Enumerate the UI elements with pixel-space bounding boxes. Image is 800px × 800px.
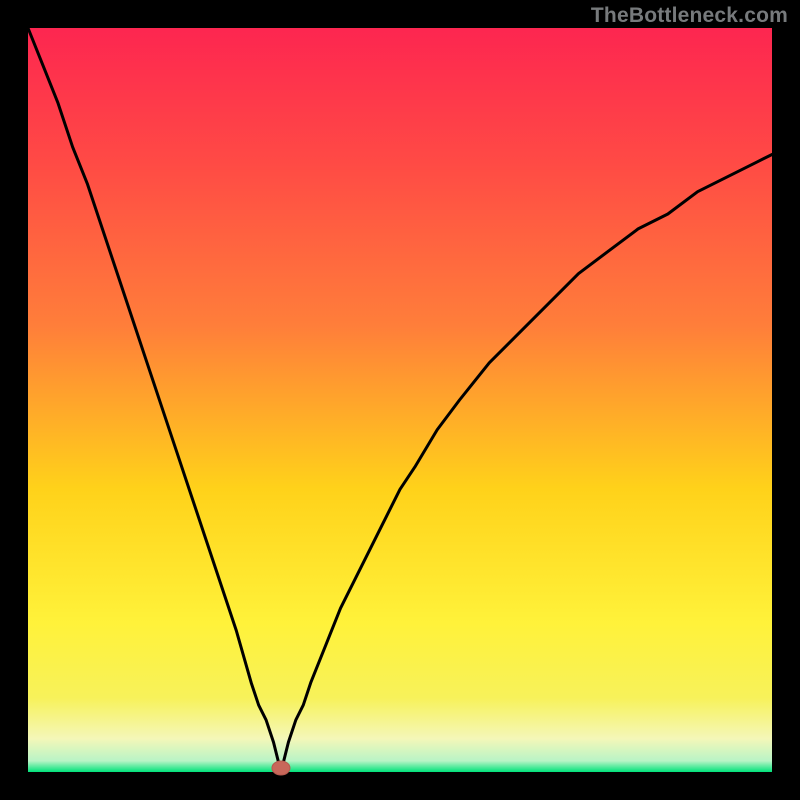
chart-canvas xyxy=(0,0,800,800)
watermark-label: TheBottleneck.com xyxy=(591,4,788,28)
plot-background xyxy=(28,28,772,772)
optimal-point-marker xyxy=(272,761,290,775)
bottleneck-chart: TheBottleneck.com xyxy=(0,0,800,800)
